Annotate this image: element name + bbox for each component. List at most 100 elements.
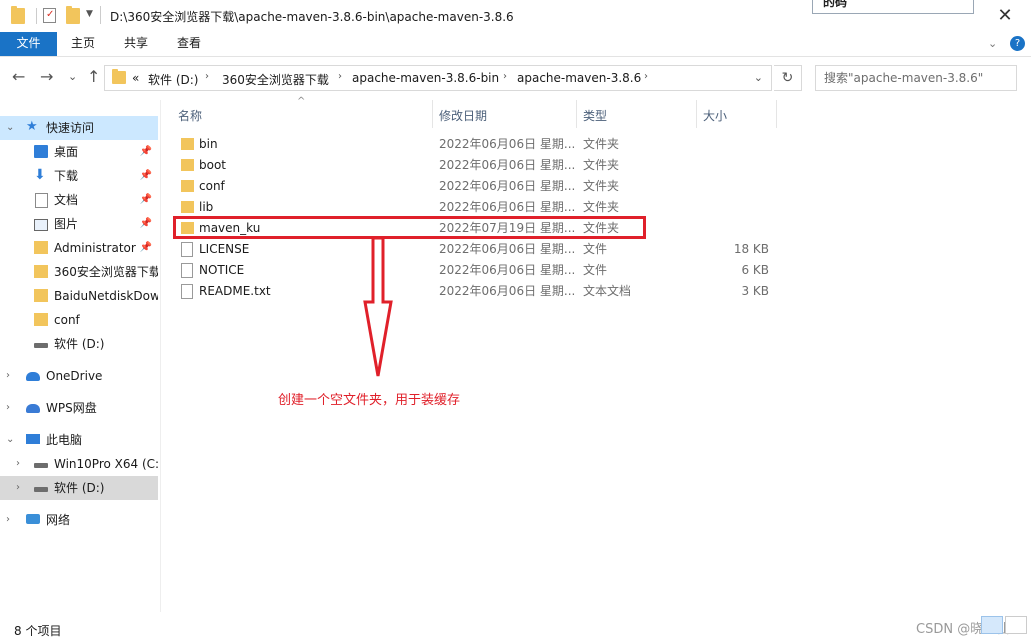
column-header-type[interactable]: 类型 <box>583 107 607 124</box>
file-type: 文件夹 <box>583 179 620 193</box>
column-header-name[interactable]: 名称 <box>178 107 202 124</box>
sidebar-item-desktop[interactable]: 桌面 📌 <box>0 140 158 164</box>
chevron-right-icon[interactable]: › <box>16 476 20 500</box>
window-title: D:\360安全浏览器下载\apache-maven-3.8.6-bin\apa… <box>110 10 514 24</box>
chevron-right-icon[interactable]: › <box>16 452 20 476</box>
pin-icon[interactable]: 📌 <box>140 212 152 236</box>
picture-icon <box>34 219 48 231</box>
column-header-size[interactable]: 大小 <box>703 107 727 124</box>
sidebar-item-conf[interactable]: conf <box>0 308 158 332</box>
breadcrumb-overflow[interactable]: « <box>132 71 139 85</box>
sidebar-item-label: 下载 <box>54 169 79 183</box>
sidebar-item-administrator[interactable]: Administrator 📌 <box>0 236 158 260</box>
file-row-lib[interactable]: lib 2022年06月06日 星期... 文件夹 <box>177 197 777 218</box>
file-size: 18 KB <box>733 242 769 256</box>
pin-icon[interactable]: 📌 <box>140 236 152 260</box>
back-button[interactable]: ← <box>12 67 25 86</box>
file-icon <box>181 263 193 278</box>
column-divider[interactable] <box>432 100 433 128</box>
sidebar-item-drive-d-quick[interactable]: 软件 (D:) <box>0 332 158 356</box>
sidebar-item-360-downloads[interactable]: 360安全浏览器下载 <box>0 260 158 284</box>
breadcrumb-separator[interactable]: › <box>644 71 648 82</box>
sidebar-item-wps-cloud[interactable]: › WPS网盘 <box>0 396 158 420</box>
sidebar-item-label: 图片 <box>54 217 79 231</box>
chevron-down-icon[interactable]: ⌄ <box>6 428 14 452</box>
address-dropdown-icon[interactable]: ⌄ <box>754 71 763 84</box>
pin-icon[interactable]: 📌 <box>140 140 152 164</box>
close-button[interactable]: ✕ <box>990 3 1020 29</box>
sidebar-item-label: 桌面 <box>54 145 79 159</box>
file-row-bin[interactable]: bin 2022年06月06日 星期... 文件夹 <box>177 134 777 155</box>
sidebar-item-onedrive[interactable]: › OneDrive <box>0 364 158 388</box>
navigation-pane: ⌄ ★ 快速访问 桌面 📌 ⬇ 下载 📌 文档 📌 图片 📌 Administr… <box>0 100 161 612</box>
column-header-date[interactable]: 修改日期 <box>439 107 487 124</box>
sidebar-item-baidu-netdisk[interactable]: BaiduNetdiskDownload <box>0 284 158 308</box>
new-folder-icon[interactable] <box>66 6 80 24</box>
file-name: lib <box>199 200 214 214</box>
sidebar-item-label: 360安全浏览器下载 <box>54 265 158 279</box>
breadcrumb-download-folder[interactable]: 360安全浏览器下载 <box>222 71 329 88</box>
chevron-right-icon[interactable]: › <box>6 508 10 532</box>
tab-view[interactable]: 查看 <box>164 32 214 56</box>
tab-file[interactable]: 文件 <box>0 32 57 56</box>
sidebar-item-label: WPS网盘 <box>46 401 97 415</box>
pin-icon[interactable]: 📌 <box>140 164 152 188</box>
tab-home[interactable]: 主页 <box>58 32 108 56</box>
up-button[interactable]: ↑ <box>87 67 100 86</box>
large-icons-view-button[interactable] <box>1005 616 1027 634</box>
sidebar-item-label: 快速访问 <box>46 121 95 135</box>
refresh-button[interactable]: ↻ <box>774 65 802 91</box>
tab-share[interactable]: 共享 <box>110 32 162 56</box>
pin-icon[interactable]: 📌 <box>140 188 152 212</box>
file-name: LICENSE <box>199 242 250 256</box>
search-input[interactable]: 搜索"apache-maven-3.8.6" <box>815 65 1017 91</box>
sidebar-item-this-pc[interactable]: ⌄ 此电脑 <box>0 428 158 452</box>
sidebar-item-documents[interactable]: 文档 📌 <box>0 188 158 212</box>
sidebar-item-drive-c[interactable]: › Win10Pro X64 (C:) <box>0 452 158 476</box>
ribbon-tabs: 文件 主页 共享 查看 ⌄ ? <box>0 32 1031 57</box>
sidebar-item-label: conf <box>54 313 80 327</box>
file-date: 2022年06月06日 星期... <box>439 263 576 277</box>
breadcrumb-drive[interactable]: 软件 (D:) <box>148 71 198 88</box>
customize-toolbar-icon[interactable]: ▼ <box>86 9 93 19</box>
highlight-box <box>173 216 646 239</box>
folder-icon <box>112 69 126 84</box>
sort-ascending-icon: ^ <box>297 96 306 107</box>
file-row-readme[interactable]: README.txt 2022年06月06日 星期... 文本文档 3 KB <box>177 281 777 302</box>
sidebar-item-drive-d[interactable]: › 软件 (D:) <box>0 476 158 500</box>
chevron-right-icon[interactable]: › <box>6 364 10 388</box>
chevron-right-icon[interactable]: › <box>6 396 10 420</box>
sidebar-item-network[interactable]: › 网络 <box>0 508 158 532</box>
address-bar[interactable]: « 软件 (D:) › 360安全浏览器下载 › apache-maven-3.… <box>104 65 772 91</box>
sidebar-item-pictures[interactable]: 图片 📌 <box>0 212 158 236</box>
recent-locations-button[interactable]: ⌄ <box>68 70 77 83</box>
column-divider[interactable] <box>776 100 777 128</box>
chevron-down-icon[interactable]: ⌄ <box>6 116 14 140</box>
breadcrumb-separator[interactable]: › <box>338 71 342 82</box>
column-divider[interactable] <box>696 100 697 128</box>
sidebar-item-downloads[interactable]: ⬇ 下载 📌 <box>0 164 158 188</box>
file-row-notice[interactable]: NOTICE 2022年06月06日 星期... 文件 6 KB <box>177 260 777 281</box>
breadcrumb-maven[interactable]: apache-maven-3.8.6 <box>517 71 641 85</box>
sidebar-item-label: Administrator <box>54 241 136 255</box>
forward-button[interactable]: → <box>40 67 53 86</box>
expand-ribbon-icon[interactable]: ⌄ <box>988 37 997 50</box>
file-size: 6 KB <box>741 263 769 277</box>
file-row-conf[interactable]: conf 2022年06月06日 星期... 文件夹 <box>177 176 777 197</box>
breadcrumb-separator[interactable]: › <box>205 71 209 82</box>
help-icon[interactable]: ? <box>1010 36 1025 51</box>
star-icon: ★ <box>26 119 38 134</box>
file-row-boot[interactable]: boot 2022年06月06日 星期... 文件夹 <box>177 155 777 176</box>
file-row-license[interactable]: LICENSE 2022年06月06日 星期... 文件 18 KB <box>177 239 777 260</box>
properties-icon[interactable]: ✓ <box>43 8 56 23</box>
breadcrumb-maven-bin[interactable]: apache-maven-3.8.6-bin <box>352 71 499 85</box>
file-icon <box>181 242 193 257</box>
details-view-button[interactable] <box>981 616 1003 634</box>
folder-icon <box>181 159 194 171</box>
breadcrumb-separator[interactable]: › <box>503 71 507 82</box>
sidebar-item-quick-access[interactable]: ⌄ ★ 快速访问 <box>0 116 158 140</box>
column-divider[interactable] <box>576 100 577 128</box>
network-icon <box>26 514 40 524</box>
divider <box>36 8 37 24</box>
file-name: README.txt <box>199 284 271 298</box>
